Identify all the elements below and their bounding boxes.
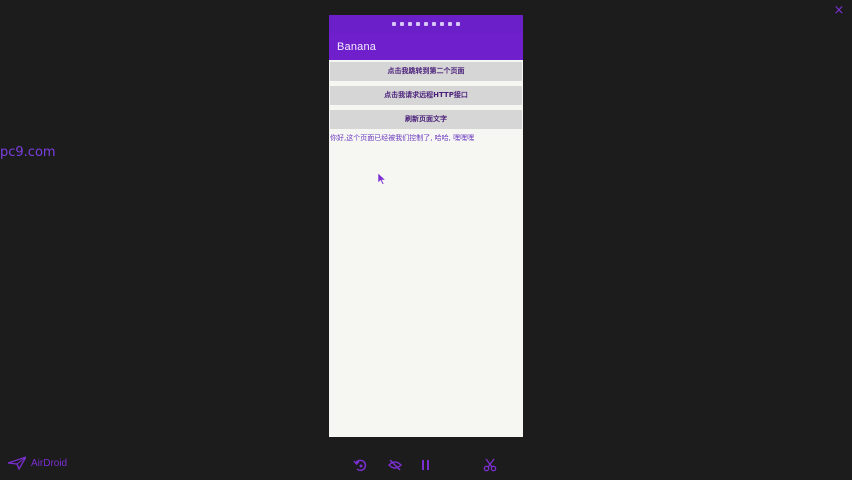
status-icon: [392, 22, 396, 26]
status-icon: [408, 22, 412, 26]
close-icon[interactable]: ×: [832, 4, 846, 18]
rotate-left-icon[interactable]: [353, 458, 367, 472]
mouse-cursor-icon: [377, 173, 387, 185]
status-icon: [416, 22, 420, 26]
status-icon: [448, 22, 452, 26]
message-text: 你好,这个页面已经被我们控制了, 哈哈, 嘿嘿嘿: [330, 134, 475, 142]
status-icon: [400, 22, 404, 26]
watermark-text: pc9.com: [0, 145, 56, 160]
refresh-text-button[interactable]: 刷新页面文字: [330, 110, 522, 129]
phone-screen: Banana 点击我跳转到第二个页面 点击我请求远程HTTP接口 刷新页面文字 …: [329, 15, 523, 437]
status-bar: [329, 15, 523, 33]
app-title: Banana: [337, 40, 377, 53]
status-icon: [456, 22, 460, 26]
status-icon: [432, 22, 436, 26]
go-second-page-button[interactable]: 点击我跳转到第二个页面: [330, 62, 522, 81]
page-content: 点击我跳转到第二个页面 点击我请求远程HTTP接口 刷新页面文字 你好,这个页面…: [329, 60, 523, 143]
desktop-stage: × pc9.com Banana 点击我跳转到第二个页面 点击我请求远程HTTP…: [0, 0, 852, 480]
status-icon: [424, 22, 428, 26]
request-http-button[interactable]: 点击我请求远程HTTP接口: [330, 86, 522, 105]
pause-icon[interactable]: [419, 458, 433, 472]
eye-hide-icon[interactable]: [388, 458, 402, 472]
app-bar: Banana: [329, 33, 523, 60]
status-icon: [440, 22, 444, 26]
scissors-icon[interactable]: [483, 458, 497, 472]
bottom-toolbar: [0, 458, 852, 474]
